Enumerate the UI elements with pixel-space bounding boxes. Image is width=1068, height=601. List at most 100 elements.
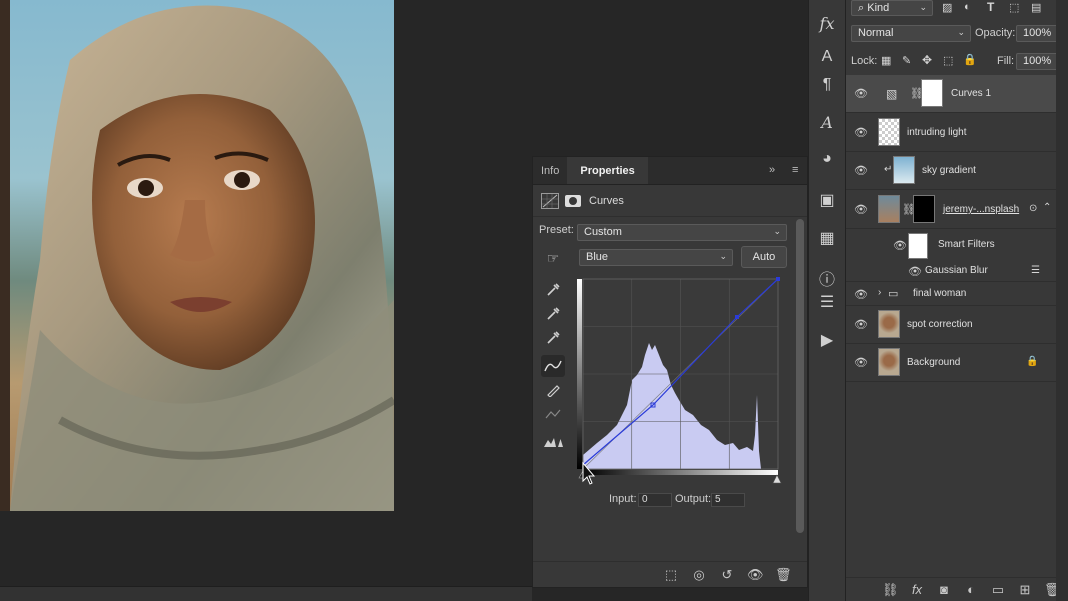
visibility-eye-icon[interactable]: 👁 [854, 288, 868, 301]
add-mask-icon[interactable]: ◙ [936, 582, 952, 597]
layer-row-sky-gradient[interactable]: 👁 ↵ sky gradient [846, 152, 1056, 190]
mask-icon[interactable] [565, 194, 581, 207]
layer-name[interactable]: intruding light [907, 127, 966, 138]
layer-row-smart-filters[interactable]: 👁 Smart Filters [846, 230, 1056, 260]
layer-name[interactable]: Curves 1 [951, 88, 991, 99]
tab-info[interactable]: Info [533, 157, 567, 184]
visibility-eye-icon[interactable]: 👁 [854, 203, 868, 216]
new-layer-icon[interactable]: ⊞ [1017, 582, 1033, 598]
preset-dropdown[interactable]: Custom ⌄ [577, 224, 787, 241]
fill-label: Fill: [997, 55, 1015, 67]
lock-label: Lock: [851, 55, 878, 67]
visibility-eye-icon[interactable]: 👁 [747, 567, 764, 583]
tab-properties[interactable]: Properties [567, 157, 648, 184]
lock-all-icon[interactable]: 🔒 [963, 53, 977, 66]
layers-scrollbar[interactable] [1056, 0, 1068, 601]
layer-row-intruding-light[interactable]: 👁 intruding light [846, 114, 1056, 152]
layer-row-curves-1[interactable]: 👁 ▧ ⛓ Curves 1 [846, 75, 1056, 113]
layer-filter-dropdown[interactable]: ⌕ Kind ⌄ [851, 0, 933, 16]
filter-adjustment-icon[interactable]: ◐ [964, 1, 971, 13]
blend-mode-dropdown[interactable]: Normal ⌄ [851, 25, 971, 42]
visibility-eye-icon[interactable]: 👁 [893, 239, 907, 252]
smart-object-link-icon[interactable]: ⊙ [1029, 203, 1037, 214]
link-layers-icon[interactable]: ⛓ [882, 582, 899, 598]
curve-point[interactable] [735, 315, 739, 319]
layer-row-background[interactable]: 👁 Background 🔒 [846, 344, 1056, 382]
reset-icon[interactable]: ↺ [719, 567, 735, 583]
filter-options-icon[interactable]: ☰ [1031, 265, 1040, 276]
layer-row-spot-correction[interactable]: 👁 spot correction [846, 306, 1056, 344]
adjustments-icon[interactable]: ☰ [809, 292, 845, 312]
fx-icon[interactable]: fx [809, 14, 845, 33]
auto-button[interactable]: Auto [741, 246, 787, 268]
glyphs-icon[interactable]: A [809, 113, 845, 132]
new-group-icon[interactable]: ▭ [990, 582, 1006, 598]
visibility-eye-icon[interactable]: 👁 [854, 164, 868, 177]
visibility-eye-icon[interactable]: 👁 [854, 318, 868, 331]
smooth-curve-icon[interactable] [541, 403, 565, 425]
input-field[interactable]: 0 [638, 493, 672, 507]
clip-to-layer-icon[interactable]: ⬚ [663, 567, 679, 583]
chevron-down-icon: ⌄ [773, 226, 781, 236]
output-field[interactable]: 5 [711, 493, 745, 507]
chevron-right-icon[interactable]: › [878, 287, 881, 298]
table-icon[interactable]: ▦ [809, 228, 845, 248]
view-previous-state-icon[interactable]: ◎ [691, 567, 707, 583]
white-slider-handle[interactable] [772, 474, 782, 484]
filter-smart-object-icon[interactable]: ▤ [1031, 1, 1041, 14]
panel-scrollbar[interactable] [796, 219, 804, 533]
layer-row-final-woman-group[interactable]: 👁 › ▭ final woman [846, 282, 1056, 306]
black-point-eyedropper-icon[interactable] [541, 279, 565, 301]
filter-type-icon[interactable]: T [987, 0, 994, 14]
layer-row-gaussian-blur[interactable]: 👁 Gaussian Blur ☰ [846, 260, 1056, 282]
smart-filter-mask-thumbnail[interactable] [908, 233, 928, 259]
layer-name[interactable]: jeremy-...nsplash [943, 204, 1019, 215]
clipping-warning-icon[interactable] [541, 431, 565, 453]
white-point-eyedropper-icon[interactable] [541, 327, 565, 349]
filter-pixel-icon[interactable]: ▨ [942, 1, 952, 14]
play-icon[interactable]: ▶ [809, 330, 845, 350]
curves-graph[interactable] [577, 275, 782, 485]
chevron-up-icon[interactable]: ⌃ [1043, 202, 1051, 213]
lock-paint-icon[interactable]: ✎ [902, 54, 911, 67]
target-adjust-hand-icon[interactable]: ☞ [541, 247, 565, 269]
pencil-draw-icon[interactable] [541, 379, 565, 401]
collapse-icon[interactable]: » [769, 164, 775, 176]
filter-shape-icon[interactable]: ⬚ [1009, 1, 1019, 14]
panel-dock: fx A ¶ A ◕ ▣ ▦ ⓘ ☰ ▶ [808, 0, 846, 601]
layer-style-fx-icon[interactable]: fx [909, 582, 925, 597]
curve-points-tool-icon[interactable] [541, 355, 565, 377]
character-icon[interactable]: A [809, 48, 845, 66]
layer-name[interactable]: Background [907, 357, 960, 368]
lock-transparency-icon[interactable]: ▦ [881, 54, 891, 67]
folder-icon: ▭ [888, 288, 899, 300]
visibility-eye-icon[interactable]: 👁 [854, 356, 868, 369]
visibility-eye-icon[interactable]: 👁 [854, 87, 868, 100]
panel-menu-icon[interactable]: ≡ [792, 164, 798, 176]
layer-mask-thumbnail[interactable] [913, 195, 935, 223]
new-adjustment-layer-icon[interactable]: ◐ [963, 582, 979, 597]
channel-dropdown[interactable]: Blue ⌄ [579, 249, 733, 266]
info-icon[interactable]: ⓘ [809, 266, 845, 290]
gray-point-eyedropper-icon[interactable] [541, 303, 565, 325]
lock-icon: 🔒 [1026, 356, 1039, 367]
color-wheel-icon[interactable]: ◕ [809, 150, 845, 168]
trash-icon[interactable]: 🗑 [775, 567, 792, 583]
layer-name[interactable]: sky gradient [922, 165, 976, 176]
curve-point[interactable] [776, 277, 780, 281]
search-icon: ⌕ [858, 2, 865, 14]
layer-mask-thumbnail[interactable] [921, 79, 943, 107]
visibility-eye-icon[interactable]: 👁 [854, 126, 868, 139]
layer-row-jeremy-smart-object[interactable]: 👁 ⛓ jeremy-...nsplash ⊙ ⌃ [846, 191, 1056, 229]
paragraph-icon[interactable]: ¶ [809, 76, 845, 94]
visibility-eye-icon[interactable]: 👁 [908, 265, 922, 278]
lock-artboard-icon[interactable]: ⬚ [943, 54, 953, 67]
layer-name[interactable]: spot correction [907, 319, 973, 330]
layer-name[interactable]: Gaussian Blur [925, 265, 988, 276]
lock-position-icon[interactable]: ✥ [922, 53, 932, 67]
gradient-icon[interactable]: ▣ [809, 190, 845, 210]
layer-name[interactable]: Smart Filters [938, 239, 995, 250]
channel-value: Blue [586, 251, 609, 263]
layer-name[interactable]: final woman [913, 288, 966, 299]
document-canvas[interactable] [0, 0, 532, 601]
